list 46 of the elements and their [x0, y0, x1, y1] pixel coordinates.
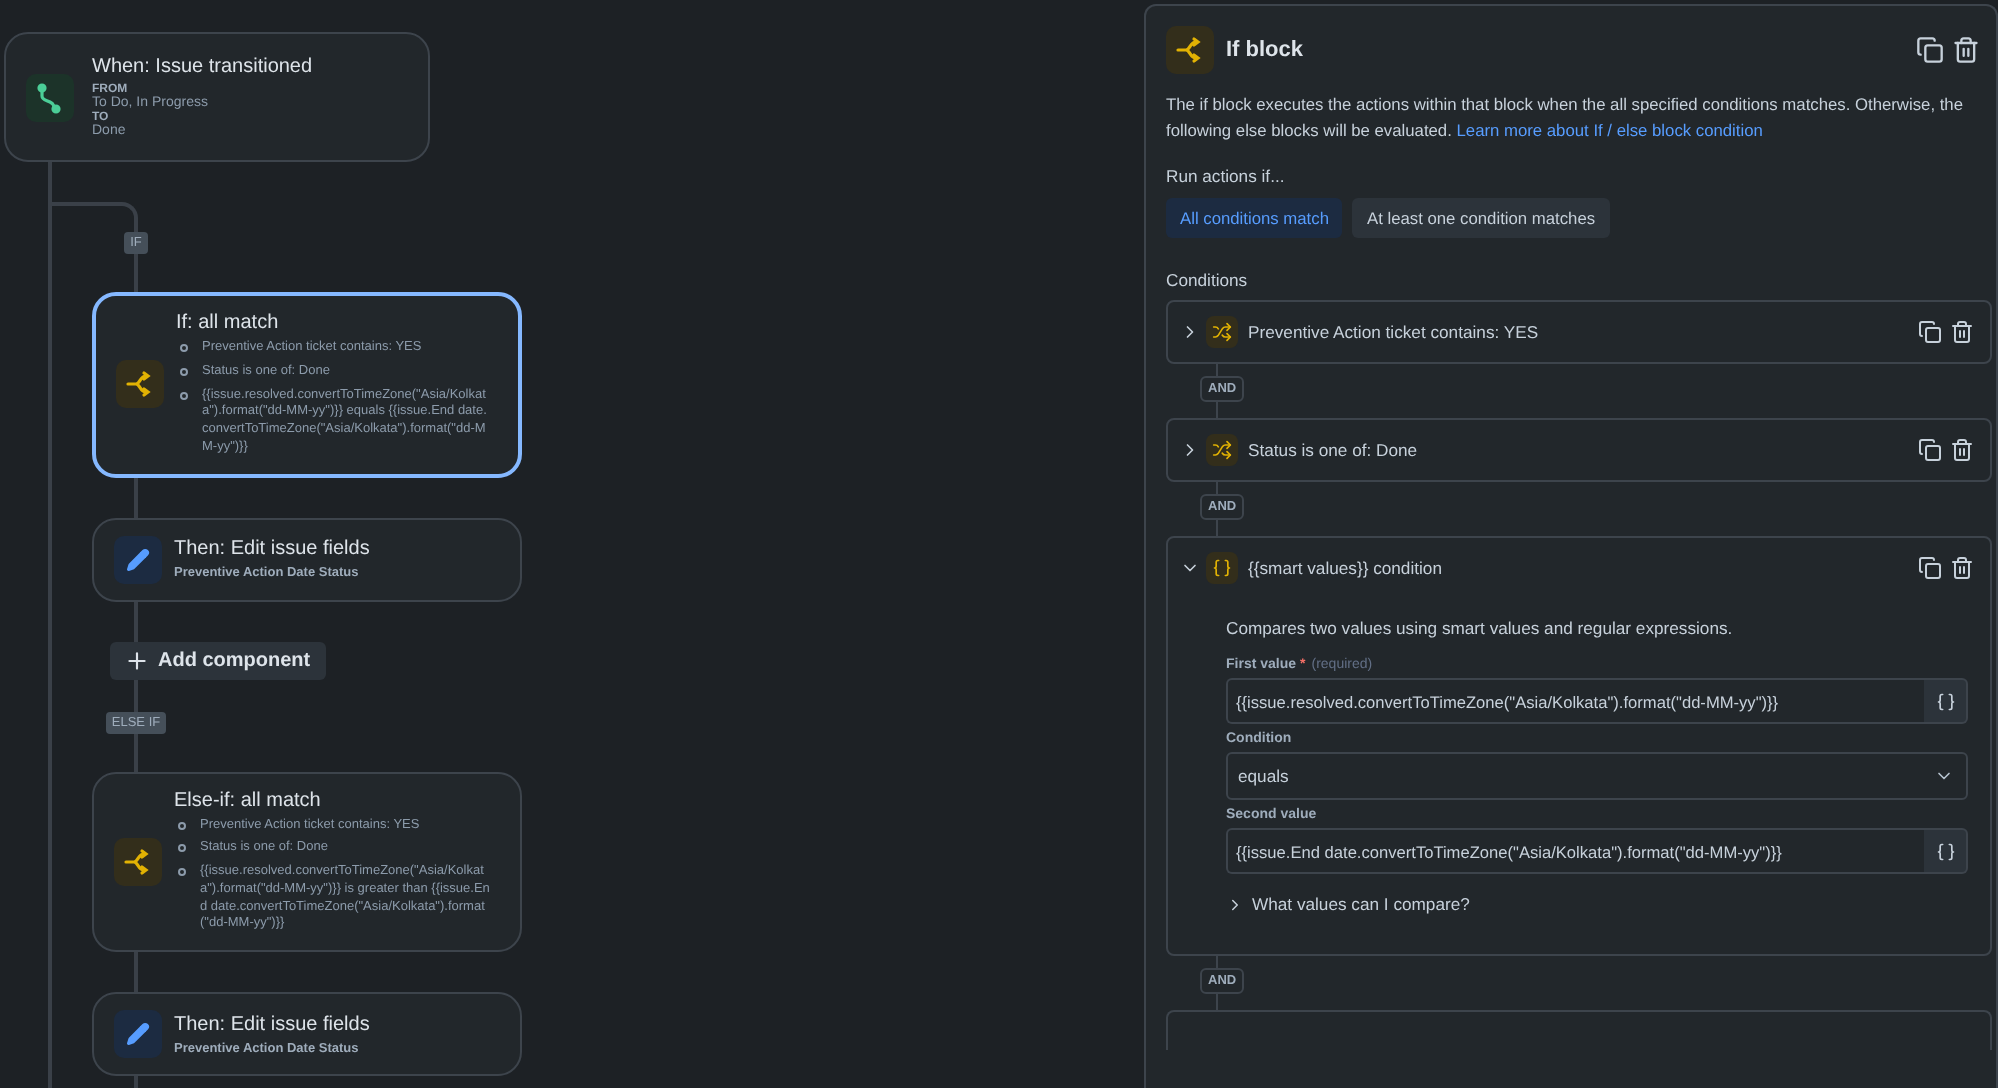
shuffle-icon — [1212, 322, 1232, 343]
bullet-icon — [180, 391, 188, 400]
condition-title: Preventive Action ticket contains: YES — [1248, 322, 1541, 343]
bullet-icon — [178, 844, 186, 853]
panel-title: If block — [1226, 38, 1306, 62]
pencil-icon — [126, 547, 150, 572]
add-component-button[interactable]: Add component — [110, 641, 327, 680]
trash-icon[interactable] — [1950, 556, 1974, 581]
panel-description: The if block executes the actions within that block when the all specified conditions matches. Otherwise, the following else blocks will be evaluated. Learn more about If / else block condition — [1166, 92, 1965, 143]
learn-more-link[interactable]: Learn more about If / else block condition — [1456, 119, 1763, 140]
component-title: Else-if: all match — [174, 789, 323, 812]
conditions-label: Conditions — [1166, 270, 1250, 291]
trash-icon[interactable] — [1952, 36, 1980, 64]
condition-description: Compares two values using smart values and regular expressions. — [1226, 618, 1735, 639]
plus-icon — [124, 647, 150, 674]
bullet-icon — [180, 367, 188, 376]
compare-values-toggle[interactable]: What values can I compare? — [1226, 894, 1470, 915]
bullet-icon — [178, 868, 186, 877]
branch-icon — [124, 847, 152, 876]
condition-select[interactable]: equals — [1226, 752, 1968, 801]
route-icon — [36, 81, 64, 113]
copy-icon[interactable] — [1916, 36, 1944, 64]
component-title: If: all match — [176, 312, 281, 334]
match-mode-toggle[interactable]: At least one condition matches — [1352, 198, 1610, 239]
chevron-icon — [1226, 895, 1244, 914]
trash-icon[interactable] — [1950, 438, 1974, 463]
shuffle-icon — [1212, 440, 1232, 461]
condition-title: {{smart values}} condition — [1248, 558, 1444, 579]
branch-icon — [126, 370, 154, 399]
match-mode-toggle[interactable]: All conditions match — [1166, 198, 1343, 239]
trigger-title: When: Issue transitioned — [92, 55, 313, 77]
rule-component-card[interactable] — [92, 292, 522, 478]
component-title: Then: Edit issue fields — [174, 538, 370, 561]
braces-icon — [1212, 558, 1232, 579]
bullet-icon — [178, 821, 186, 830]
run-actions-label: Run actions if... — [1166, 166, 1287, 187]
trash-icon[interactable] — [1950, 320, 1974, 345]
condition-title: Status is one of: Done — [1248, 440, 1420, 461]
rule-component-card[interactable] — [92, 771, 522, 953]
branch-icon — [1176, 36, 1204, 64]
copy-icon[interactable] — [1918, 556, 1942, 581]
component-title: Then: Edit issue fields — [174, 1013, 370, 1036]
pencil-icon — [126, 1022, 150, 1047]
copy-icon[interactable] — [1918, 438, 1942, 463]
bullet-icon — [180, 344, 188, 352]
copy-icon[interactable] — [1918, 320, 1942, 345]
